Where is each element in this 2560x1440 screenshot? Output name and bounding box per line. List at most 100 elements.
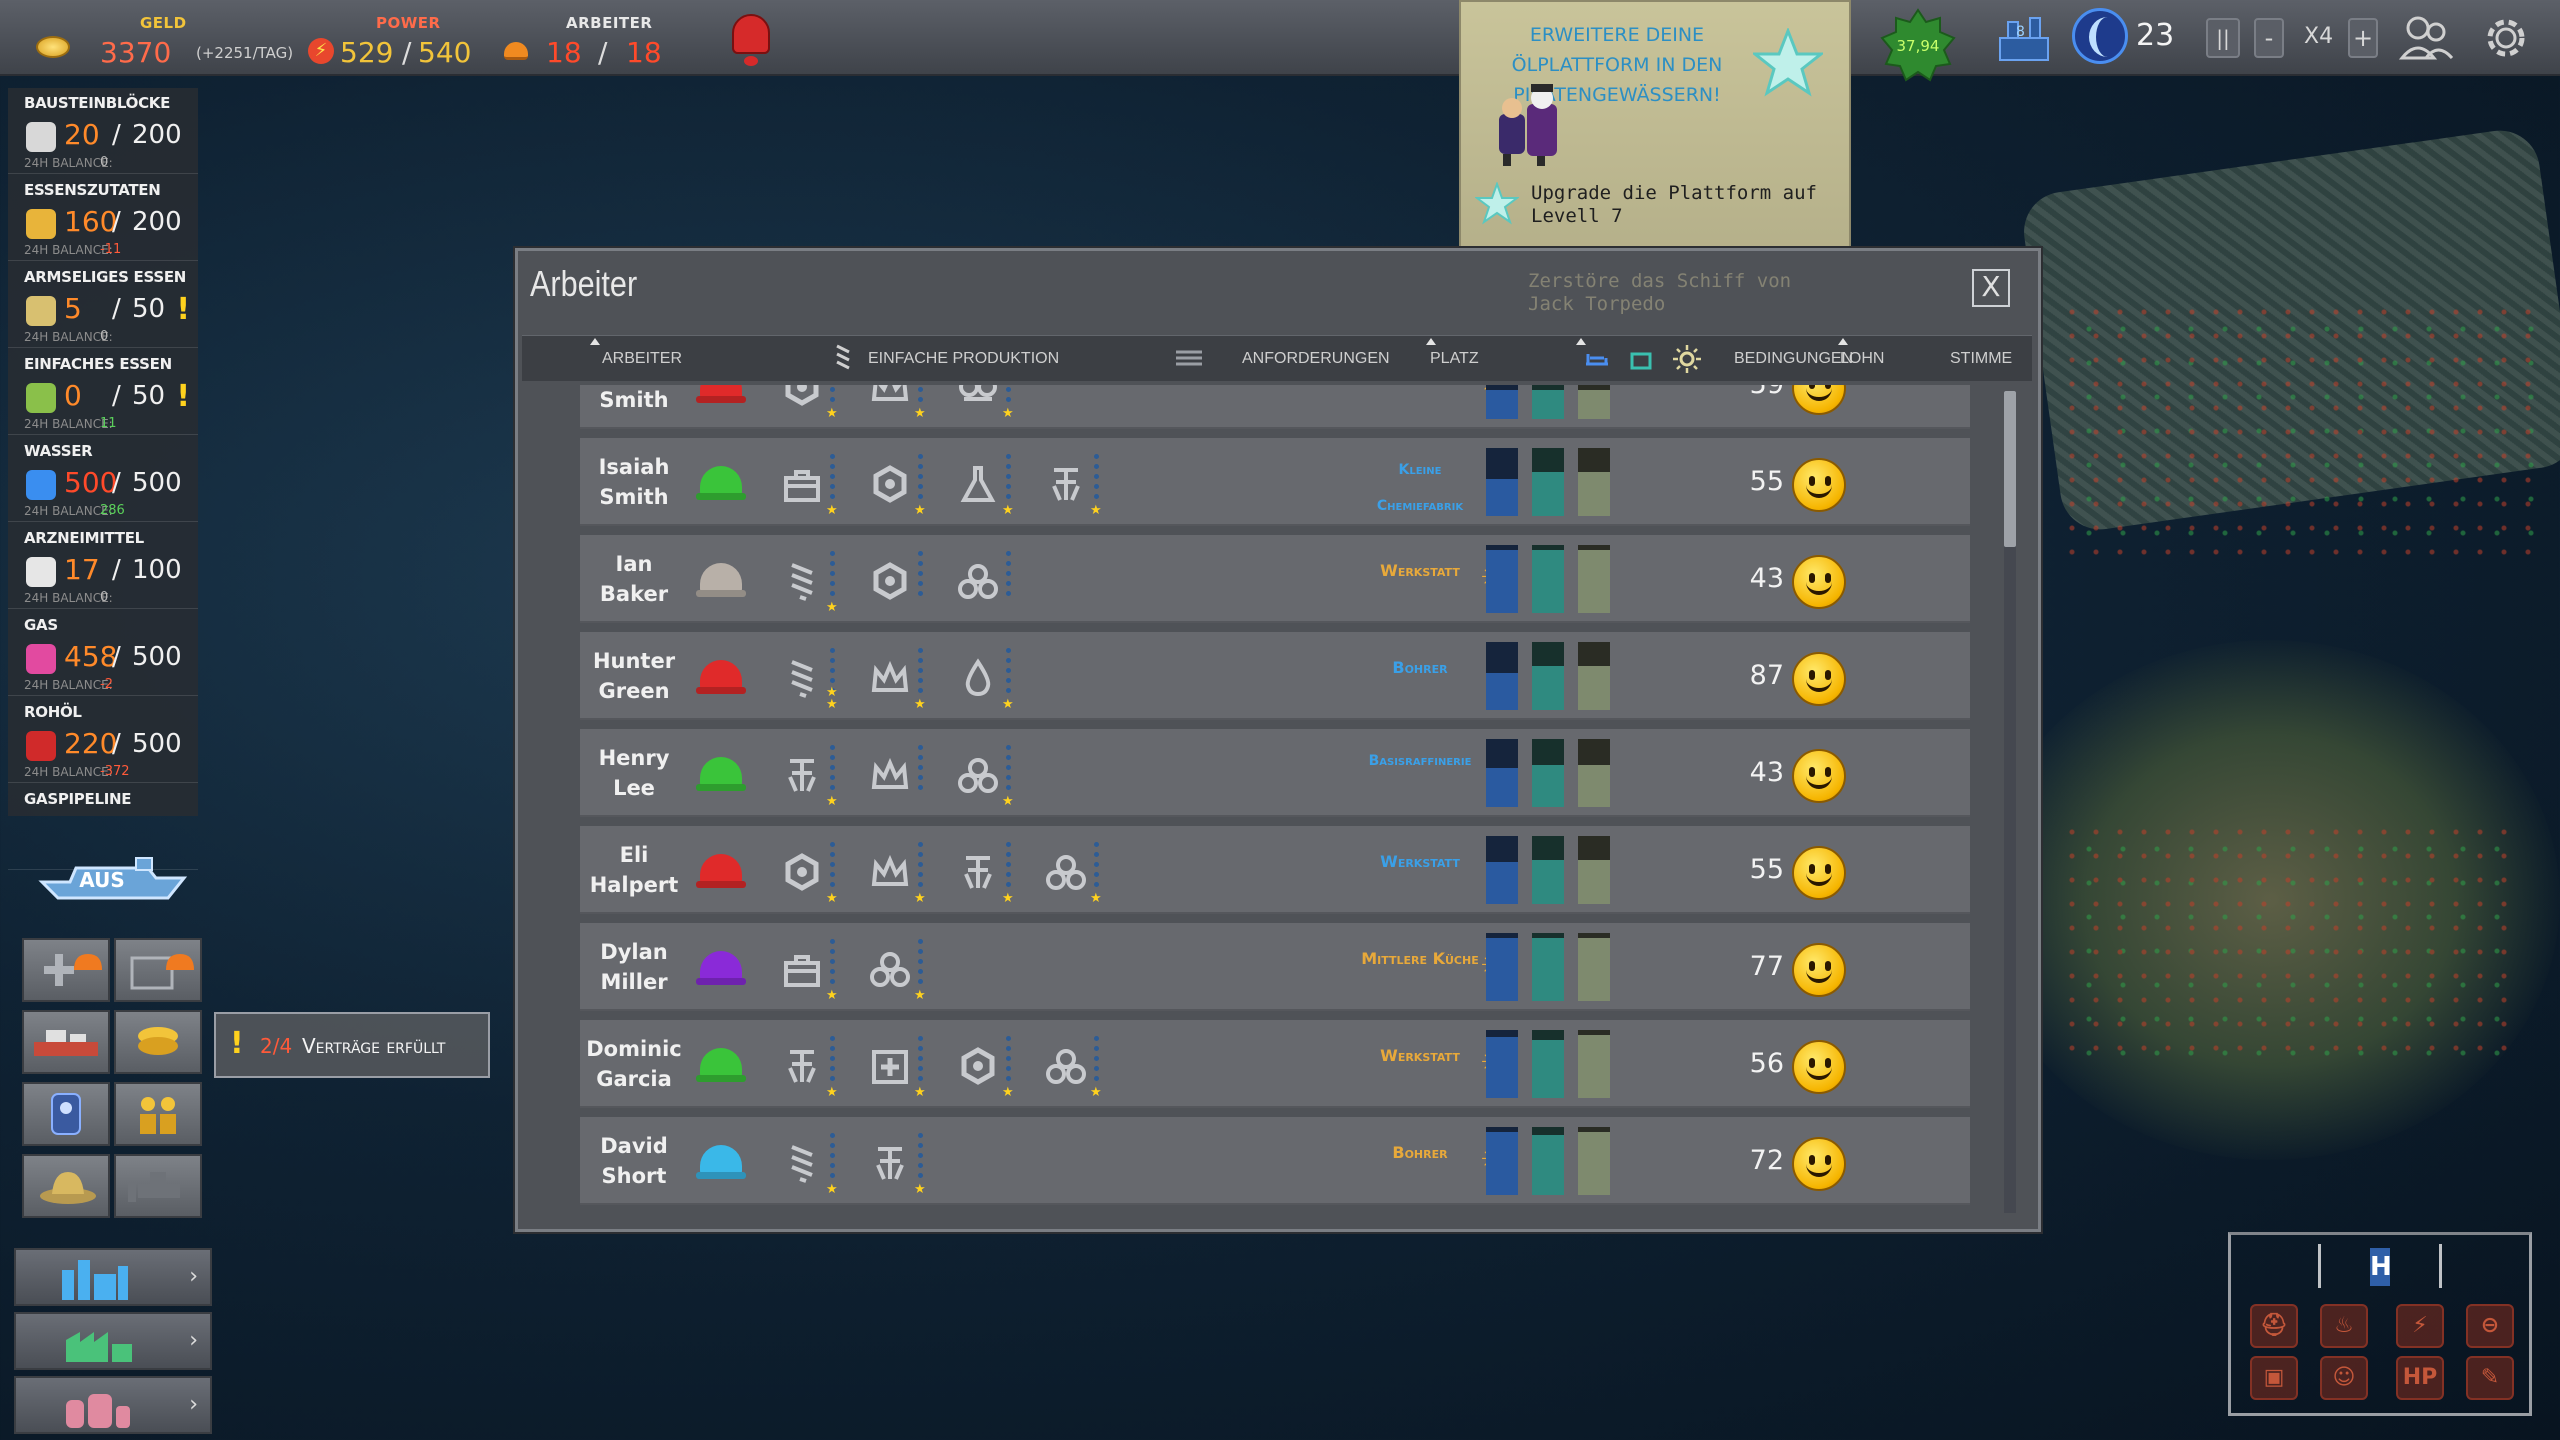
worker-place[interactable]: Bohrer <box>1360 1135 1480 1171</box>
skill-hex[interactable]: ★ <box>778 840 840 905</box>
gear-icon[interactable] <box>2478 10 2534 66</box>
header-wage[interactable]: LOHN <box>1840 350 1884 368</box>
ap-crate-button[interactable]: ▣ <box>2250 1356 2298 1400</box>
score-badge[interactable]: 37,94 <box>1880 8 1956 84</box>
explore-button[interactable] <box>22 1154 110 1218</box>
trade-button[interactable] <box>114 1010 202 1074</box>
worker-row[interactable]: IsaiahSmith★★★★Kleine Chemiefabrik☽55 <box>580 438 1970 526</box>
skill-valve[interactable]: ★ <box>1042 452 1104 517</box>
skill-gears[interactable]: ★ <box>1042 840 1104 905</box>
ap-power-button[interactable]: ⚡ <box>2396 1304 2444 1348</box>
scrollbar[interactable] <box>2004 391 2016 1213</box>
drill-icon <box>778 654 826 702</box>
worker-place[interactable]: Werkstatt <box>1360 553 1480 589</box>
header-place[interactable]: PLATZ <box>1430 350 1479 368</box>
worker-row[interactable]: DominicGarcia★★★★Werkstatt☼56 <box>580 1020 1970 1108</box>
skill-crown[interactable]: ★ <box>866 385 928 420</box>
star-slot <box>1094 1036 1099 1041</box>
worker-row[interactable]: HunterGreen★★★★Bohrer☽87 <box>580 632 1970 720</box>
speed-down-button[interactable]: - <box>2254 18 2284 58</box>
pause-button[interactable]: || <box>2206 18 2240 58</box>
skill-valve[interactable]: ★ <box>866 1131 928 1196</box>
header-basic-production[interactable]: EINFACHE PRODUKTION <box>868 350 1059 368</box>
coins-icon <box>36 36 70 58</box>
worker-row[interactable]: HenryLee★★Basisraffinerie☽43 <box>580 729 1970 817</box>
helipad-button[interactable]: H <box>2370 1248 2392 1286</box>
ships-button[interactable] <box>22 1010 110 1074</box>
star-slot <box>1094 1056 1099 1061</box>
worker-place[interactable]: Werkstatt <box>1360 385 1480 395</box>
worker-row[interactable]: IanBaker★Werkstatt☼43 <box>580 535 1970 623</box>
resource-value: 0 <box>64 379 82 412</box>
scrollbar-thumb[interactable] <box>2004 391 2016 547</box>
quest-panel[interactable]: Erweitere deine Ölplattform in den Pirat… <box>1459 0 1851 252</box>
skill-hex[interactable]: ★ <box>954 1034 1016 1099</box>
ap-hp-button[interactable]: HP <box>2396 1356 2444 1400</box>
worker-place[interactable]: Kleine Chemiefabrik <box>1360 452 1480 524</box>
skill-toolbox[interactable]: ★ <box>778 937 840 1002</box>
skill-drop[interactable]: ★ <box>954 646 1016 711</box>
skill-gears[interactable]: ★ <box>866 937 928 1002</box>
skill-link[interactable]: ★ <box>954 385 1016 420</box>
advisor-icon[interactable] <box>2398 10 2454 66</box>
skill-crown[interactable] <box>866 743 928 805</box>
speed-up-button[interactable]: + <box>2348 18 2378 58</box>
skill-gears[interactable]: ★ <box>1042 1034 1104 1099</box>
category-refinery-button[interactable]: › <box>14 1248 212 1306</box>
ap-repair-button[interactable]: ✎ <box>2466 1356 2514 1400</box>
ap-helmet-button[interactable]: ⛑ <box>2250 1304 2298 1348</box>
header-worker[interactable]: ARBEITER <box>602 350 682 368</box>
factory-icon <box>66 1332 132 1362</box>
skill-valve[interactable]: ★ <box>954 840 1016 905</box>
ap-stop-button[interactable]: ⊖ <box>2466 1304 2514 1348</box>
worker-first-name: Hunter <box>592 649 676 673</box>
skill-flask[interactable]: ★ <box>954 452 1016 517</box>
hire-worker-button[interactable] <box>22 938 110 1002</box>
category-storage-button[interactable]: › <box>14 1376 212 1434</box>
worker-place[interactable]: Basisraffinerie <box>1360 743 1480 779</box>
bulldozer-button[interactable] <box>114 1154 202 1218</box>
skill-valve[interactable]: ★ <box>778 1034 840 1099</box>
worker-place[interactable]: Werkstatt <box>1360 844 1480 880</box>
staff-button[interactable] <box>114 1082 202 1146</box>
meter-fill <box>1578 471 1610 516</box>
skill-gears[interactable] <box>954 549 1016 611</box>
skill-drill[interactable]: ★ <box>778 1131 840 1196</box>
worker-place[interactable]: Mittlere Küche <box>1360 941 1480 977</box>
ap-mood-button[interactable]: ☺ <box>2320 1356 2368 1400</box>
worker-row[interactable]: DylanMiller★★Mittlere Küche☼77 <box>580 923 1970 1011</box>
header-mood[interactable]: STIMME <box>1950 350 2012 368</box>
workers-list[interactable]: JamesSmith★★★Werkstatt☼59IsaiahSmith★★★★… <box>522 385 2020 1227</box>
skill-gears[interactable]: ★ <box>954 743 1016 808</box>
skill-toolbox[interactable]: ★ <box>778 452 840 517</box>
worker-name: Isaiah Smith <box>584 452 684 512</box>
skill-hex[interactable]: ★ <box>866 452 928 517</box>
worker-place[interactable]: Bohrer <box>1360 650 1480 686</box>
skill-valve[interactable]: ★ <box>778 743 840 808</box>
star-slot <box>1006 551 1011 556</box>
research-button[interactable] <box>22 1082 110 1146</box>
star-slot <box>1006 464 1011 469</box>
ap-fire-button[interactable]: ♨ <box>2320 1304 2368 1348</box>
header-requirements[interactable]: ANFORDERUNGEN <box>1242 350 1390 368</box>
meter-fill <box>1486 1036 1518 1098</box>
worker-row[interactable]: EliHalpert★★★★Werkstatt☽55 <box>580 826 1970 914</box>
worker-place[interactable]: Werkstatt <box>1360 1038 1480 1074</box>
skill-drill[interactable]: ★ ★ <box>778 646 840 711</box>
category-production-button[interactable]: › <box>14 1312 212 1370</box>
skill-medkit[interactable]: ★ <box>866 1034 928 1099</box>
star-slot <box>1006 658 1011 663</box>
smiley-mouth <box>1806 676 1832 692</box>
worker-row[interactable]: JamesSmith★★★Werkstatt☼59 <box>580 385 1970 429</box>
skill-crown[interactable]: ★ <box>866 840 928 905</box>
worker-list-button[interactable] <box>114 938 202 1002</box>
skill-hex[interactable] <box>866 549 928 611</box>
worker-row[interactable]: DavidShort★★Bohrer☼72 <box>580 1117 1970 1205</box>
skill-hex[interactable]: ★ <box>778 385 840 420</box>
contracts-notification[interactable]: ! 2/4 Verträge erfüllt <box>214 1012 490 1078</box>
alarm-bell-button[interactable] <box>722 4 780 72</box>
close-button[interactable]: X <box>1972 269 2010 307</box>
header-conditions[interactable]: BEDINGUNGEN <box>1734 350 1853 368</box>
skill-crown[interactable]: ★ <box>866 646 928 711</box>
skill-drill[interactable]: ★ <box>778 549 840 614</box>
